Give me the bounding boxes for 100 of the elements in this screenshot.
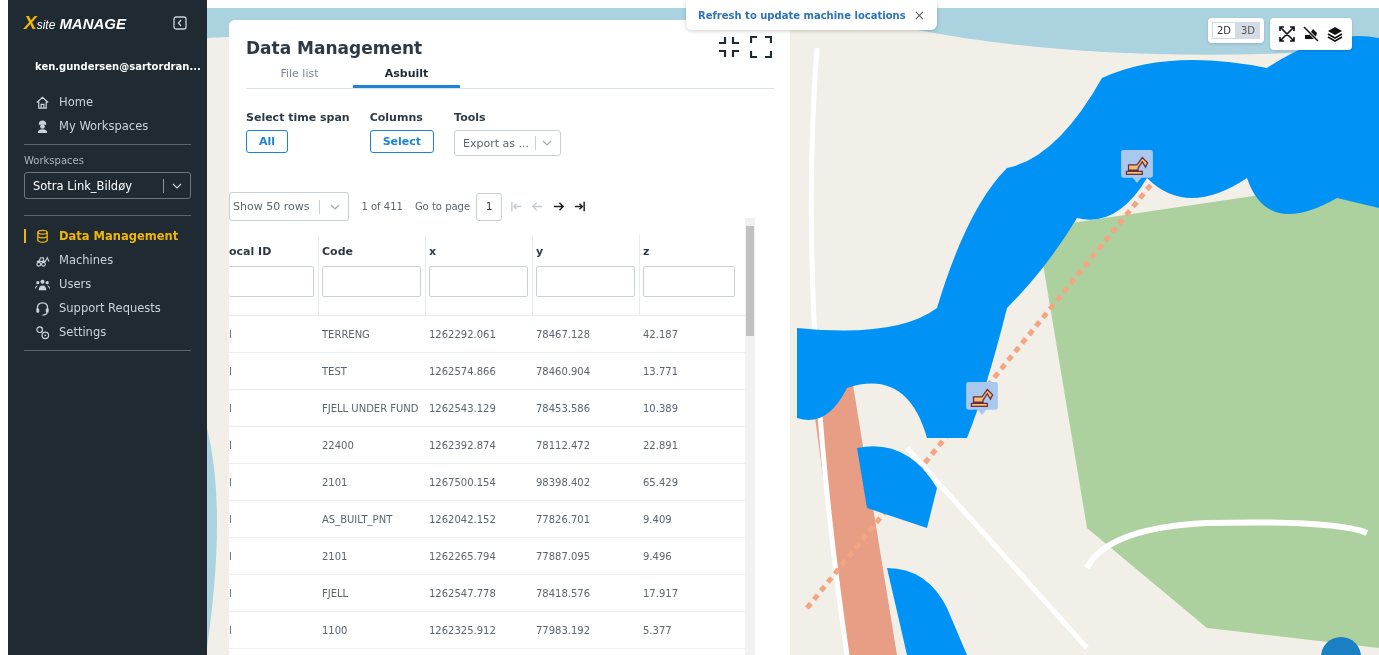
- table-cell-text: 78418.576: [535, 587, 592, 599]
- table-cell-text: 2101: [321, 550, 349, 562]
- time-span-button[interactable]: All: [246, 130, 289, 153]
- fit-extent-icon[interactable]: [1278, 25, 1296, 43]
- collapse-sidebar-icon[interactable]: [173, 16, 187, 30]
- next-page-icon[interactable]: [552, 200, 566, 213]
- view-mode-button[interactable]: 3D: [1235, 22, 1260, 39]
- table-cell-text: 22.891: [642, 439, 679, 451]
- column-filter-field[interactable]: [643, 266, 735, 297]
- table-cell-text: 2101: [321, 476, 349, 488]
- table-cell-text: 77887.095: [535, 550, 592, 562]
- tab[interactable]: File list: [246, 62, 353, 88]
- nav-item[interactable]: Support Requests: [24, 296, 191, 320]
- table-cell-text: 98398.402: [535, 476, 592, 488]
- headset-icon: [35, 300, 50, 316]
- table-cell-text: 9.409: [642, 513, 673, 525]
- columns-label: Columns: [369, 111, 423, 124]
- table-cell-text: AS_BUILT_PNT: [321, 513, 394, 525]
- table-cell-text: 10.389: [642, 402, 679, 414]
- table-cell-text: 5.377: [642, 624, 673, 636]
- view-mode-button[interactable]: 2D: [1211, 22, 1236, 39]
- go-to-page-label: Go to page: [414, 201, 471, 212]
- table-cell-text: 1262547.778: [428, 587, 497, 599]
- table-cell-text: 78467.128: [535, 328, 592, 340]
- page-input[interactable]: 1: [476, 192, 503, 221]
- close-button[interactable]: ×: [911, 7, 928, 23]
- table-cell-text: 17.917: [642, 587, 679, 599]
- layers-icon[interactable]: [1326, 25, 1344, 43]
- nav-item[interactable]: Settings: [24, 320, 191, 344]
- table-cell-text: 42.187: [642, 328, 679, 340]
- nav-item[interactable]: Home: [24, 90, 191, 114]
- table-cell-text: 1100: [321, 624, 349, 636]
- table-cell-text: 78460.904: [535, 365, 592, 377]
- table-cell-text: l: [229, 328, 233, 340]
- nav-item[interactable]: Data Management: [24, 224, 191, 248]
- table-cell-text: l: [229, 476, 233, 488]
- app-logo: Xsite MANAGE: [24, 12, 127, 34]
- table-cell-text: 78453.586: [535, 402, 592, 414]
- rows-per-page-dropdown[interactable]: Show 50 rows: [229, 192, 350, 221]
- table-cell-text: 22400: [321, 439, 355, 451]
- export-dropdown[interactable]: Export as ...: [454, 130, 562, 156]
- table-cell-text: 1262265.794: [428, 550, 497, 562]
- tab[interactable]: Asbuilt: [353, 62, 460, 88]
- database-icon: [35, 228, 50, 244]
- nav-item[interactable]: Machines: [24, 248, 191, 272]
- table-cell-text: 13.771: [642, 365, 679, 377]
- column-header[interactable]: Code: [322, 245, 421, 259]
- table-cell-text: TERRENG: [321, 328, 371, 340]
- table-cell-text: TEST: [321, 365, 348, 377]
- chevron-down-icon: [542, 140, 553, 146]
- table-cell-text: 1262325.912: [428, 624, 497, 636]
- column-filter-field[interactable]: [229, 266, 314, 297]
- table-cell-text: l: [229, 402, 233, 414]
- table-cell-text: 78112.472: [535, 439, 592, 451]
- panel-title: Data Management: [246, 37, 423, 58]
- hide-machines-icon[interactable]: [1302, 25, 1320, 43]
- table-cell-text: 1262042.152: [428, 513, 497, 525]
- column-filter-field[interactable]: [322, 266, 421, 297]
- column-filter-field[interactable]: [536, 266, 635, 297]
- table-cell-text: l: [229, 587, 233, 599]
- column-header[interactable]: x: [429, 245, 528, 259]
- tools-label: Tools: [454, 111, 486, 124]
- table-cell-text: 1262292.061: [428, 328, 497, 340]
- table-cell-text: l: [229, 550, 233, 562]
- table-cell-text: 9.496: [642, 550, 673, 562]
- column-filter-field[interactable]: [429, 266, 528, 297]
- column-header[interactable]: ocal ID: [229, 245, 314, 259]
- nav-item[interactable]: My Workspaces: [24, 114, 191, 138]
- home-icon: [35, 94, 50, 110]
- collapse-icon[interactable]: [718, 36, 740, 58]
- chevron-down-icon: [172, 182, 182, 189]
- chevron-down-icon: [330, 203, 341, 210]
- settings-icon: [35, 324, 50, 340]
- table-cell-text: l: [229, 365, 233, 377]
- table-cell-text: l: [229, 439, 233, 451]
- table-cell-text: l: [229, 624, 233, 636]
- notification-text: Refresh to update machine locations: [698, 9, 906, 21]
- last-page-icon[interactable]: [573, 200, 587, 213]
- page-info: 1 of 411: [361, 201, 403, 212]
- time-span-label: Select time span: [246, 111, 350, 124]
- table-cell-text: 77983.192: [535, 624, 592, 636]
- table-cell-text: 1262574.866: [428, 365, 497, 377]
- table-cell-text: 65.429: [642, 476, 679, 488]
- column-header[interactable]: z: [643, 245, 735, 259]
- table-cell-text: 1262543.129: [428, 402, 497, 414]
- table-cell-text: l: [229, 513, 233, 525]
- workspace-select[interactable]: Sotra Link_Bildøy: [24, 172, 191, 199]
- table-cell-text: 1262392.874: [428, 439, 497, 451]
- nav-item[interactable]: Users: [24, 272, 191, 296]
- table-cell-text: FJELL: [321, 587, 350, 599]
- worker-icon: [35, 118, 50, 134]
- table-cell-text: 1267500.154: [428, 476, 497, 488]
- column-header[interactable]: y: [536, 245, 635, 259]
- select-columns-button[interactable]: Select: [369, 130, 435, 153]
- user-email[interactable]: ken.gundersen@sartordran...: [35, 60, 201, 72]
- scrollbar[interactable]: [745, 218, 755, 655]
- table-cell-text: FJELL UNDER FUND: [321, 402, 420, 414]
- fullscreen-icon[interactable]: [750, 36, 772, 58]
- table-cell-text: 77826.701: [535, 513, 592, 525]
- workspaces-label: Workspaces: [24, 155, 85, 166]
